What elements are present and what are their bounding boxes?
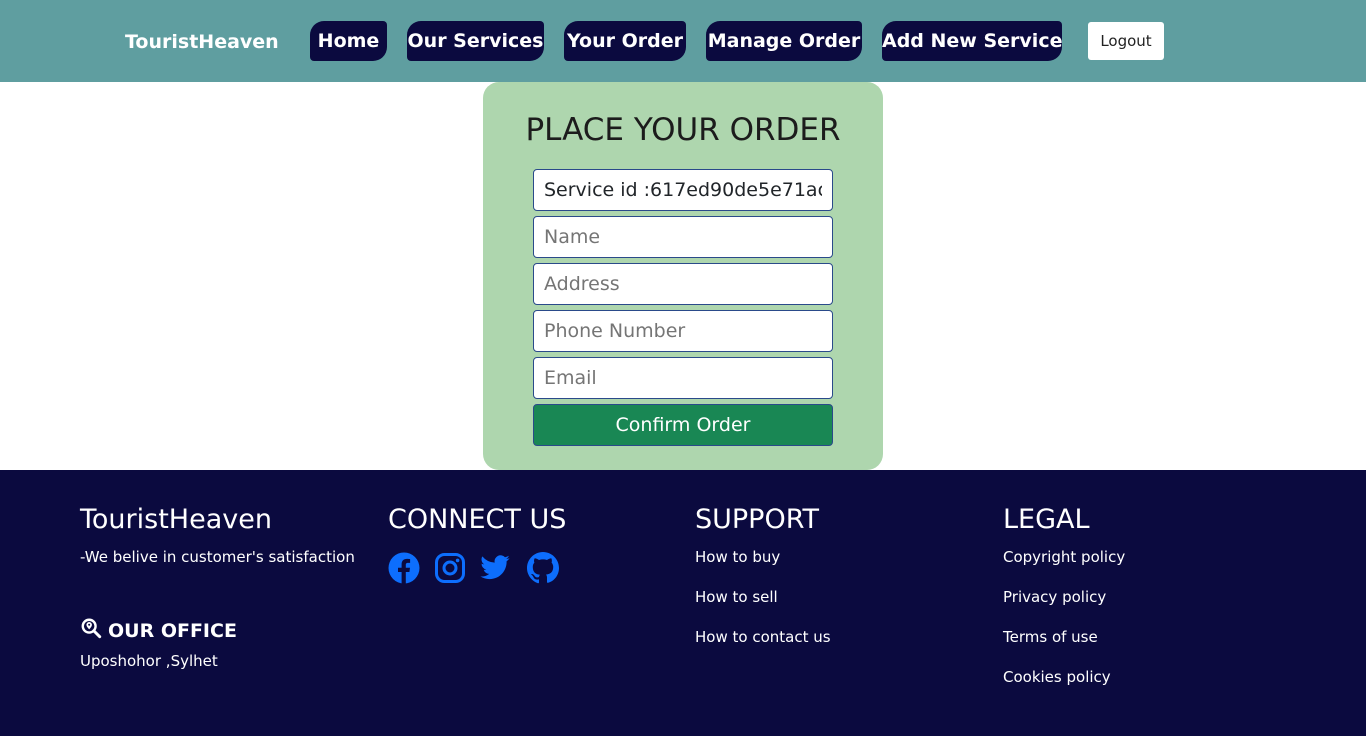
phone-number-field[interactable] <box>533 310 833 352</box>
nav-home[interactable]: Home <box>310 21 387 61</box>
service-id-field[interactable] <box>533 169 833 211</box>
footer-brand: TouristHeaven <box>80 504 272 535</box>
office-address: Uposhohor ,Sylhet <box>80 652 218 670</box>
support-link-how-to-buy[interactable]: How to buy <box>695 547 780 567</box>
nav-add-new-service[interactable]: Add New Service <box>882 21 1062 61</box>
instagram-icon[interactable] <box>434 552 466 584</box>
legal-link-privacy-policy[interactable]: Privacy policy <box>1003 587 1106 607</box>
legal-link-terms-of-use[interactable]: Terms of use <box>1003 627 1098 647</box>
search-location-icon <box>80 617 102 645</box>
connect-us-heading: CONNECT US <box>388 504 567 535</box>
footer-tagline: -We belive in customer's satisfaction <box>80 548 355 566</box>
facebook-icon[interactable] <box>388 552 420 584</box>
navbar: TouristHeaven Home Our Services Your Ord… <box>0 0 1366 82</box>
logout-button[interactable]: Logout <box>1088 22 1164 60</box>
office-title: OUR OFFICE <box>108 620 237 642</box>
nav-your-order[interactable]: Your Order <box>564 21 686 61</box>
legal-link-cookies-policy[interactable]: Cookies policy <box>1003 667 1111 687</box>
order-form-card: PLACE YOUR ORDER Confirm Order <box>483 82 883 470</box>
legal-heading: LEGAL <box>1003 504 1090 535</box>
brand-logo-text[interactable]: TouristHeaven <box>125 28 279 56</box>
address-field[interactable] <box>533 263 833 305</box>
support-link-how-to-contact-us[interactable]: How to contact us <box>695 627 831 647</box>
legal-link-copyright-policy[interactable]: Copyright policy <box>1003 547 1125 567</box>
nav-manage-order[interactable]: Manage Order <box>706 21 862 61</box>
nav-our-services[interactable]: Our Services <box>407 21 544 61</box>
support-heading: SUPPORT <box>695 504 820 535</box>
twitter-icon[interactable] <box>479 552 511 584</box>
support-link-how-to-sell[interactable]: How to sell <box>695 587 778 607</box>
confirm-order-button[interactable]: Confirm Order <box>533 404 833 446</box>
footer: TouristHeaven -We belive in customer's s… <box>0 470 1366 736</box>
name-field[interactable] <box>533 216 833 258</box>
office-heading: OUR OFFICE <box>80 617 237 645</box>
email-field[interactable] <box>533 357 833 399</box>
order-form-title: PLACE YOUR ORDER <box>525 112 841 148</box>
github-icon[interactable] <box>527 552 559 584</box>
